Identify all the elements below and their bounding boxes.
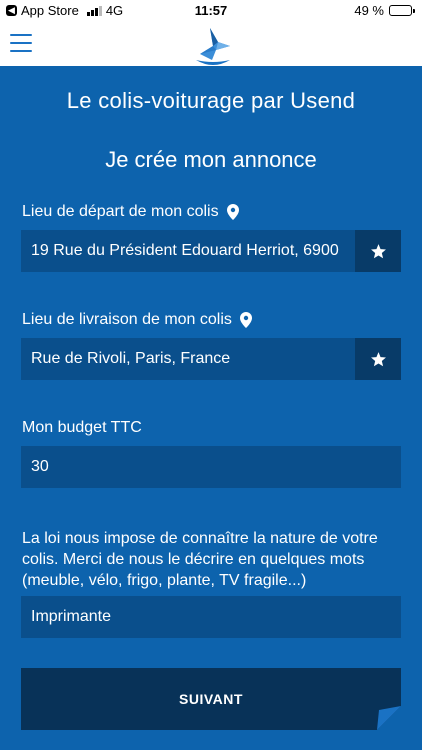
description-input[interactable]: Imprimante (21, 608, 401, 626)
location-pin-icon[interactable] (239, 312, 252, 328)
budget-field[interactable]: 30 (21, 446, 401, 488)
status-right: 49 % (354, 3, 415, 18)
bird-logo-icon[interactable] (190, 24, 236, 72)
page-fold-icon (377, 706, 401, 730)
description-field[interactable]: Imprimante (21, 596, 401, 638)
departure-label-row: Lieu de départ de mon colis (22, 203, 239, 221)
departure-input[interactable]: 19 Rue du Président Edouard Herriot, 690… (21, 242, 355, 260)
departure-field[interactable]: 19 Rue du Président Edouard Herriot, 690… (21, 230, 401, 272)
page-title: Le colis-voiturage par Usend (66, 88, 356, 113)
next-button[interactable]: SUIVANT (21, 668, 401, 730)
budget-input[interactable]: 30 (21, 458, 401, 476)
location-pin-icon[interactable] (226, 204, 239, 220)
page-subtitle: Je crée mon annonce (105, 147, 317, 172)
status-bar: ◀ App Store 4G 11:57 49 % (0, 0, 422, 22)
next-button-label: SUIVANT (179, 691, 243, 707)
hamburger-menu-icon[interactable] (10, 34, 32, 52)
delivery-label-row: Lieu de livraison de mon colis (22, 311, 252, 329)
delivery-input[interactable]: Rue de Rivoli, Paris, France (21, 350, 355, 368)
app-header (0, 22, 422, 66)
star-icon (370, 243, 386, 258)
departure-label: Lieu de départ de mon colis (22, 203, 219, 220)
delivery-favorite-button[interactable] (355, 338, 401, 380)
battery-percent: 49 % (354, 3, 384, 18)
description-instructions: La loi nous impose de connaître la natur… (22, 530, 378, 589)
departure-favorite-button[interactable] (355, 230, 401, 272)
battery-icon (389, 5, 415, 16)
budget-label: Mon budget TTC (22, 419, 142, 436)
budget-label-row: Mon budget TTC (22, 419, 142, 437)
delivery-field[interactable]: Rue de Rivoli, Paris, France (21, 338, 401, 380)
star-icon (370, 351, 386, 366)
delivery-label: Lieu de livraison de mon colis (22, 311, 232, 328)
